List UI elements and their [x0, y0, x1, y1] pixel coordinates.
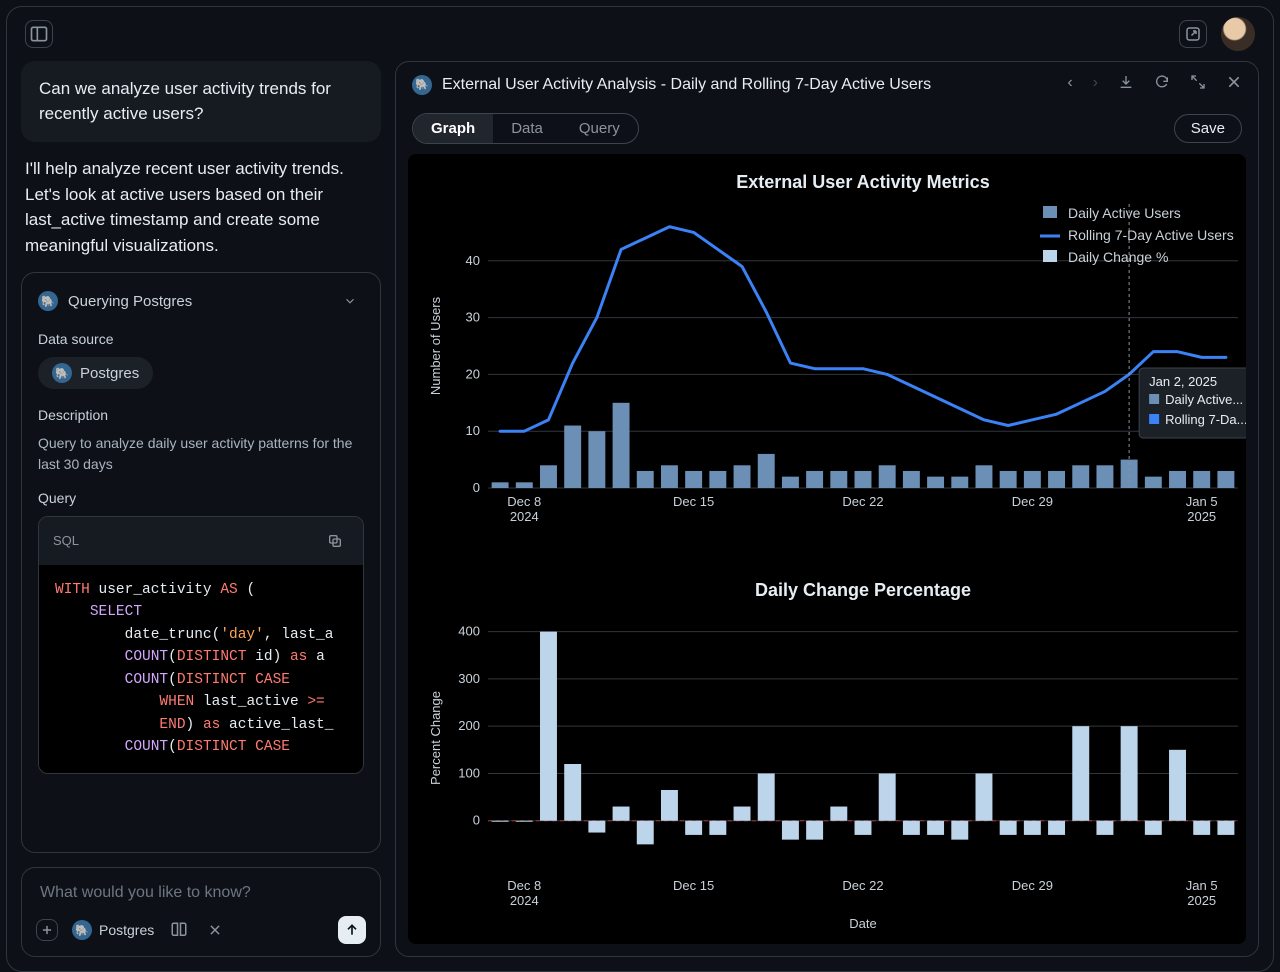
svg-text:2024: 2024 — [510, 509, 539, 524]
description-text: Query to analyze daily user activity pat… — [38, 433, 364, 474]
postgres-icon: 🐘 — [72, 920, 92, 940]
svg-text:Jan 5: Jan 5 — [1186, 878, 1218, 893]
tab-graph[interactable]: Graph — [413, 114, 493, 143]
svg-text:Rolling 7-Da...: Rolling 7-Da... — [1165, 412, 1246, 427]
chart-area: External User Activity Metrics 0 10 20 30 40 N… — [408, 154, 1246, 944]
nav-back-icon[interactable]: ‹ — [1067, 74, 1072, 95]
nav-forward-icon[interactable]: › — [1093, 74, 1098, 95]
postgres-icon: 🐘 — [38, 291, 58, 311]
collapse-icon[interactable] — [1190, 74, 1206, 95]
tool-card: 🐘 Querying Postgres Data source 🐘 Postgr… — [21, 272, 381, 853]
svg-text:Dec 15: Dec 15 — [673, 878, 714, 893]
close-icon[interactable] — [1226, 74, 1242, 95]
book-icon[interactable] — [168, 919, 190, 941]
svg-text:20: 20 — [466, 366, 480, 381]
svg-text:Daily Change %: Daily Change % — [1068, 249, 1168, 265]
tab-data[interactable]: Data — [493, 114, 561, 143]
svg-text:Date: Date — [849, 916, 876, 931]
svg-text:Jan 2, 2025: Jan 2, 2025 — [1149, 374, 1217, 389]
sidebar-toggle-icon[interactable] — [25, 20, 53, 48]
send-button[interactable] — [338, 916, 366, 944]
refresh-icon[interactable] — [1154, 74, 1170, 95]
description-label: Description — [38, 407, 364, 423]
avatar[interactable] — [1221, 17, 1255, 51]
composer-input[interactable]: What would you like to know? — [36, 880, 366, 916]
svg-text:400: 400 — [458, 624, 480, 639]
tab-query[interactable]: Query — [561, 114, 638, 143]
svg-text:Number of Users: Number of Users — [428, 296, 443, 395]
top-bar — [7, 7, 1273, 61]
share-icon[interactable] — [1179, 20, 1207, 48]
user-message: Can we analyze user activity trends for … — [21, 61, 381, 142]
svg-text:Daily Active Users: Daily Active Users — [1068, 205, 1181, 221]
svg-text:Percent Change: Percent Change — [428, 691, 443, 785]
source-chip[interactable]: Postgres — [99, 922, 154, 938]
postgres-icon: 🐘 — [412, 75, 432, 95]
svg-text:0: 0 — [473, 813, 480, 828]
query-label: Query — [38, 490, 364, 506]
svg-text:Daily Active...: Daily Active... — [1165, 392, 1243, 407]
svg-text:30: 30 — [466, 310, 480, 325]
assistant-message: I'll help analyze recent user activity t… — [21, 156, 381, 258]
svg-text:External User Activity Metrics: External User Activity Metrics — [736, 172, 989, 192]
panel-title: External User Activity Analysis - Daily … — [442, 76, 931, 94]
svg-text:100: 100 — [458, 765, 480, 780]
chevron-down-icon[interactable] — [336, 287, 364, 315]
datasource-value: Postgres — [80, 365, 139, 382]
svg-text:200: 200 — [458, 718, 480, 733]
sql-code: WITH user_activity AS ( SELECT date_trun… — [39, 565, 363, 773]
svg-text:2025: 2025 — [1187, 893, 1216, 908]
svg-text:Daily Change Percentage: Daily Change Percentage — [755, 580, 971, 600]
svg-text:10: 10 — [466, 423, 480, 438]
svg-text:Jan 5: Jan 5 — [1186, 494, 1218, 509]
add-icon[interactable] — [36, 919, 58, 941]
svg-text:2025: 2025 — [1187, 509, 1216, 524]
svg-text:Dec 22: Dec 22 — [842, 494, 883, 509]
svg-text:40: 40 — [466, 253, 480, 268]
save-button[interactable]: Save — [1174, 114, 1242, 143]
svg-text:Dec 22: Dec 22 — [842, 878, 883, 893]
svg-text:2024: 2024 — [510, 893, 539, 908]
svg-text:Dec 29: Dec 29 — [1012, 878, 1053, 893]
datasource-chip[interactable]: 🐘 Postgres — [38, 357, 153, 389]
composer[interactable]: What would you like to know? 🐘 Postgres — [21, 867, 381, 957]
svg-text:0: 0 — [473, 480, 480, 495]
datasource-label: Data source — [38, 331, 364, 347]
tool-title: Querying Postgres — [68, 293, 192, 310]
close-icon[interactable] — [204, 919, 226, 941]
svg-text:Dec 8: Dec 8 — [507, 878, 541, 893]
svg-text:300: 300 — [458, 671, 480, 686]
copy-icon[interactable] — [321, 527, 349, 555]
svg-text:Rolling 7-Day Active Users: Rolling 7-Day Active Users — [1068, 227, 1234, 243]
svg-text:Dec 29: Dec 29 — [1012, 494, 1053, 509]
code-lang: SQL — [53, 533, 79, 548]
view-tabs: Graph Data Query — [412, 113, 639, 144]
svg-text:Dec 15: Dec 15 — [673, 494, 714, 509]
code-block: SQL WITH user_activity AS ( SELECT date_… — [38, 516, 364, 774]
svg-text:Dec 8: Dec 8 — [507, 494, 541, 509]
download-icon[interactable] — [1118, 74, 1134, 95]
postgres-icon: 🐘 — [52, 363, 72, 383]
